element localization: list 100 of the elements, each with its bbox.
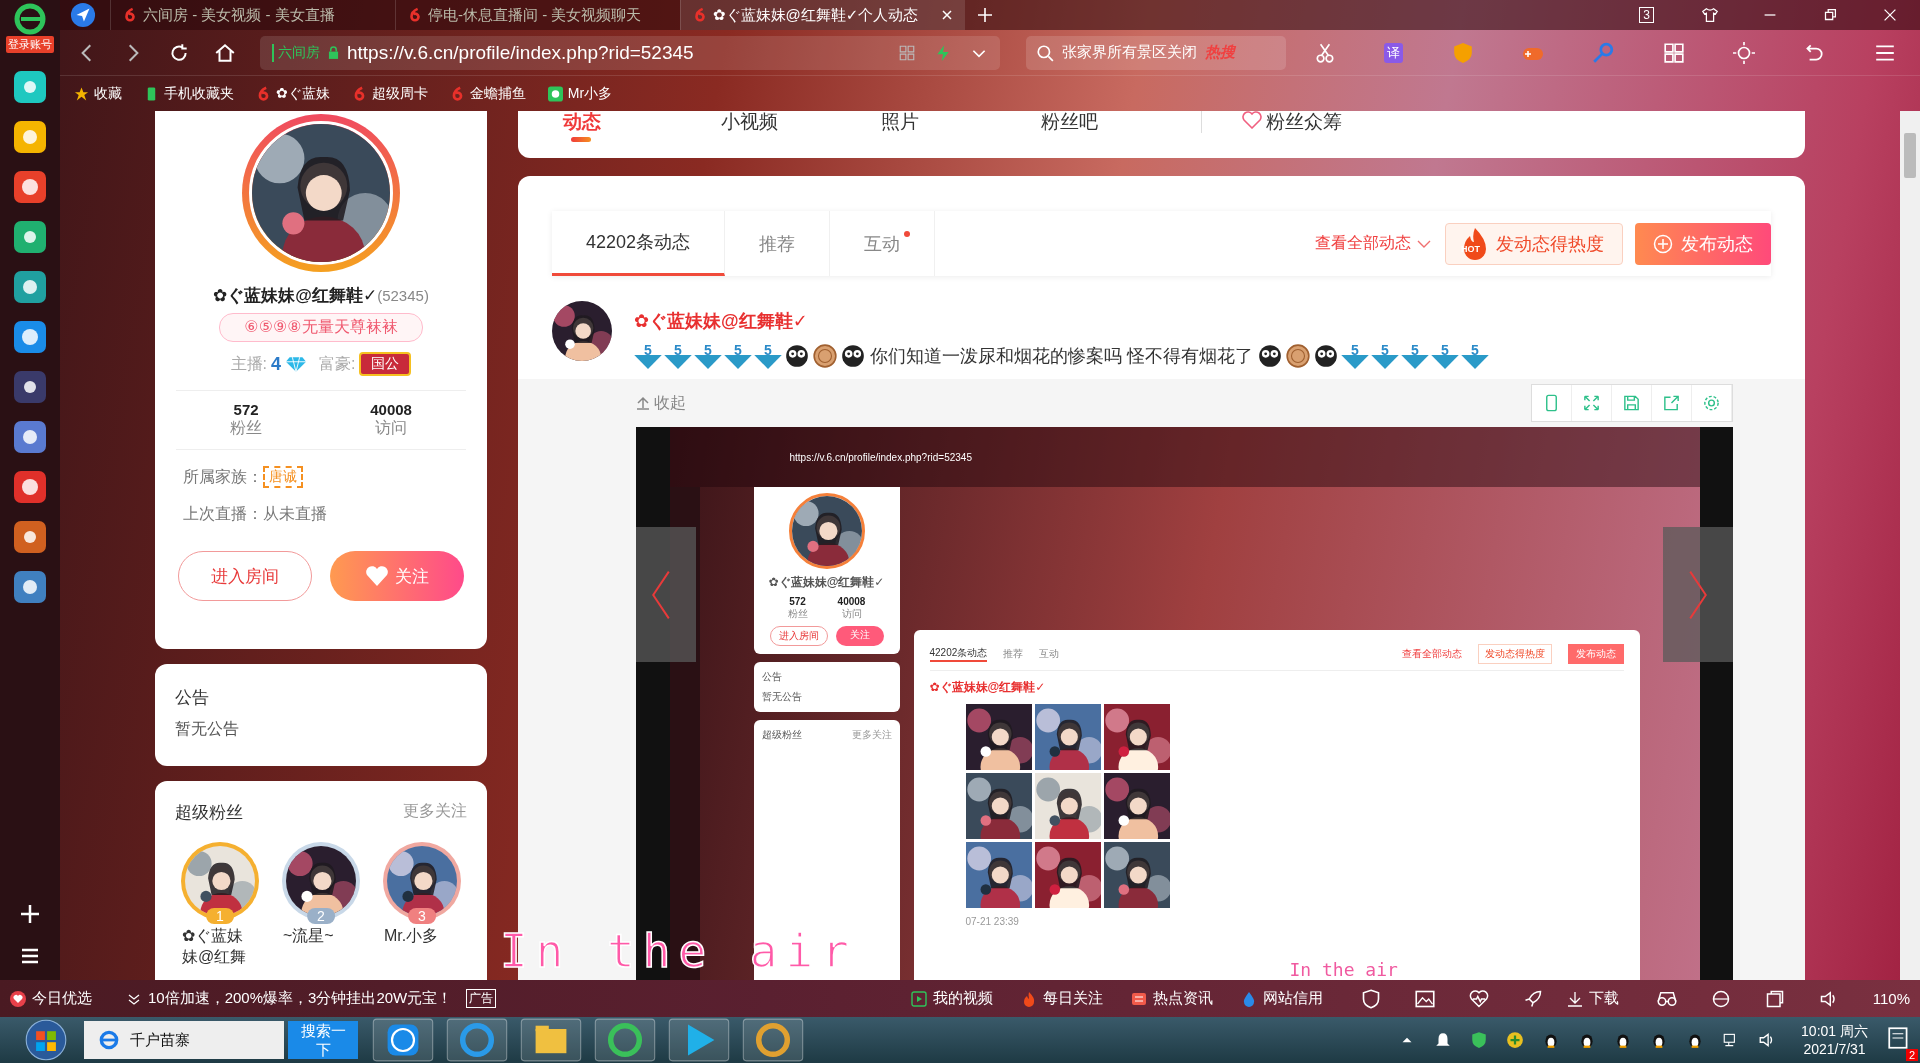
shield-icon[interactable] [1360,988,1381,1009]
search-button[interactable]: 搜索一下 [288,1021,358,1059]
app-shortcut-icon[interactable] [14,121,46,153]
new-tab-icon[interactable] [977,7,993,23]
window-icon[interactable] [1764,988,1785,1009]
heart-icon [365,565,389,587]
level-badge: 5 [1371,343,1399,369]
feed-tab[interactable]: 42202条动态 [929,646,988,662]
image-icon[interactable] [1414,988,1435,1009]
app-shortcut-icon[interactable] [14,71,46,103]
stat-label: 粉丝 [787,607,808,621]
download-button[interactable]: 下载 [1566,989,1619,1008]
lock-icon [328,46,339,59]
search-field[interactable]: 千户苗寨 [84,1021,284,1059]
card-title: 超级粉丝 [175,802,243,824]
stat-value: 40008 [837,596,866,607]
browser-tab[interactable]: ✿ぐ蓝妹妹@红舞鞋✓个人动态 [680,0,965,30]
promo-link[interactable]: 10倍加速，200%爆率，3分钟挂出20W元宝！ [126,989,453,1008]
site-logo-icon [123,7,137,23]
status-link[interactable]: 我的视频 [910,989,993,1008]
bookmark-item[interactable]: ✿ぐ蓝妹 [256,84,330,103]
card-title: 公告 [761,670,783,684]
search-icon [1036,43,1054,62]
scissors-icon[interactable] [1314,41,1337,64]
heart-pulse-icon[interactable] [1468,988,1489,1009]
stat-value: 40008 [370,401,412,418]
nav-tab[interactable]: 照片 [881,111,1041,145]
notice-text: 暂无公告 [175,719,240,739]
app-shortcut-icon[interactable] [14,521,46,553]
level-label: 主播: [230,353,267,374]
rocket-icon[interactable] [1522,988,1543,1009]
fan-name[interactable]: ✿ぐ蓝妹妹@红舞 [182,926,258,968]
app-shortcut-icon[interactable] [14,471,46,503]
address-field[interactable]: 六间房 https://v.6.cn/profile/index.php?rid=52345 [260,35,1000,70]
status-link[interactable]: 热点资讯 [1130,989,1213,1008]
window-count[interactable]: 3 [1639,7,1654,23]
status-link[interactable]: 网站信用 [1240,989,1323,1008]
level-badge: 5 [664,343,692,369]
notification-count: 2 [1905,1049,1918,1061]
clock[interactable]: 10:01 周六 2021/7/31 [1801,1023,1868,1057]
feed-tab[interactable]: 互动 [830,211,936,276]
brightness-icon[interactable] [1733,41,1756,64]
nav-tab[interactable]: 动态 [563,111,601,145]
nav-tab[interactable]: 小视频 [721,111,881,145]
chevron-down-icon [1417,238,1431,249]
scrollbar[interactable] [1900,111,1920,980]
close-icon[interactable] [941,9,953,21]
author-name: ✿ぐ蓝妹妹@红舞鞋✓ [929,679,1047,696]
browser-icon [98,1029,120,1051]
shirt-icon[interactable] [1701,6,1719,24]
ad-label: 广告 [466,989,497,1008]
reload-icon[interactable] [168,41,190,64]
nav-tab[interactable]: 粉丝吧 [1041,111,1201,145]
view-all-dropdown[interactable]: 查看全部动态 [1315,233,1431,254]
feed-tab[interactable]: 42202条动态 [552,211,726,276]
grid-icon[interactable] [1662,41,1685,64]
author-avatar[interactable] [552,301,612,361]
enter-room-button[interactable]: 进入房间 [178,551,312,601]
app-shortcut-icon[interactable] [14,271,46,303]
bookmark-item[interactable]: 收藏 [74,84,122,103]
app-shortcut-icon[interactable] [14,371,46,403]
zoom-level[interactable]: 110% [1872,990,1910,1007]
browser-tab[interactable]: 停电-休息直播间 - 美女视频聊天 [395,0,680,30]
login-button[interactable]: 登录账号 [6,36,54,53]
shield-icon[interactable] [1470,1031,1489,1049]
feed-tab[interactable]: 推荐 [725,211,831,276]
app-shortcut-icon[interactable] [14,571,46,603]
hot-search-label: 热搜 [1205,43,1235,62]
view-all-dropdown[interactable]: 查看全部动态 [1401,647,1462,661]
fan-name[interactable]: Mr.小多 [384,926,460,947]
stat-value: 572 [789,596,806,607]
rank-badge: 2 [307,908,335,924]
add-icon[interactable] [18,902,42,926]
app-shortcut-icon[interactable] [14,171,46,203]
browser-icon[interactable] [1710,988,1731,1009]
status-link[interactable]: 每日关注 [1020,989,1103,1008]
start-button[interactable] [24,1018,68,1062]
bookmark-item[interactable]: Mr小多 [547,84,613,103]
translate-button[interactable]: 译 [1384,42,1404,63]
rank-badge: 1 [206,908,234,924]
home-icon[interactable] [214,41,236,64]
news-icon [1130,990,1147,1007]
feed-tab[interactable]: 互动 [1039,647,1060,661]
feed-tab[interactable]: 推荐 [1003,647,1024,661]
site-logo-icon [408,7,422,23]
nav-tab[interactable]: 粉丝众筹 [1242,111,1402,145]
fan-name[interactable]: ~流星~ [283,926,359,947]
bookmark-item[interactable]: 手机收藏夹 [144,84,234,103]
app-shortcut-icon[interactable] [14,421,46,453]
add-icon[interactable] [1506,1031,1525,1049]
author-name[interactable]: ✿ぐ蓝妹妹@红舞鞋✓ [634,309,1489,333]
promo-label[interactable]: 今日优选 [10,989,92,1008]
app-shortcut-icon[interactable] [14,321,46,353]
hot-button[interactable]: 发动态得热度 [1477,644,1552,664]
bookmark-item[interactable]: 金蟾捕鱼 [449,84,526,103]
app-shortcut-icon[interactable] [14,221,46,253]
star-icon [74,85,89,102]
bookmark-item[interactable]: 超级周卡 [351,84,428,103]
browser-tab[interactable]: 六间房 - 美女视频 - 美女直播 [110,0,395,30]
bell-icon[interactable] [1434,1031,1453,1049]
